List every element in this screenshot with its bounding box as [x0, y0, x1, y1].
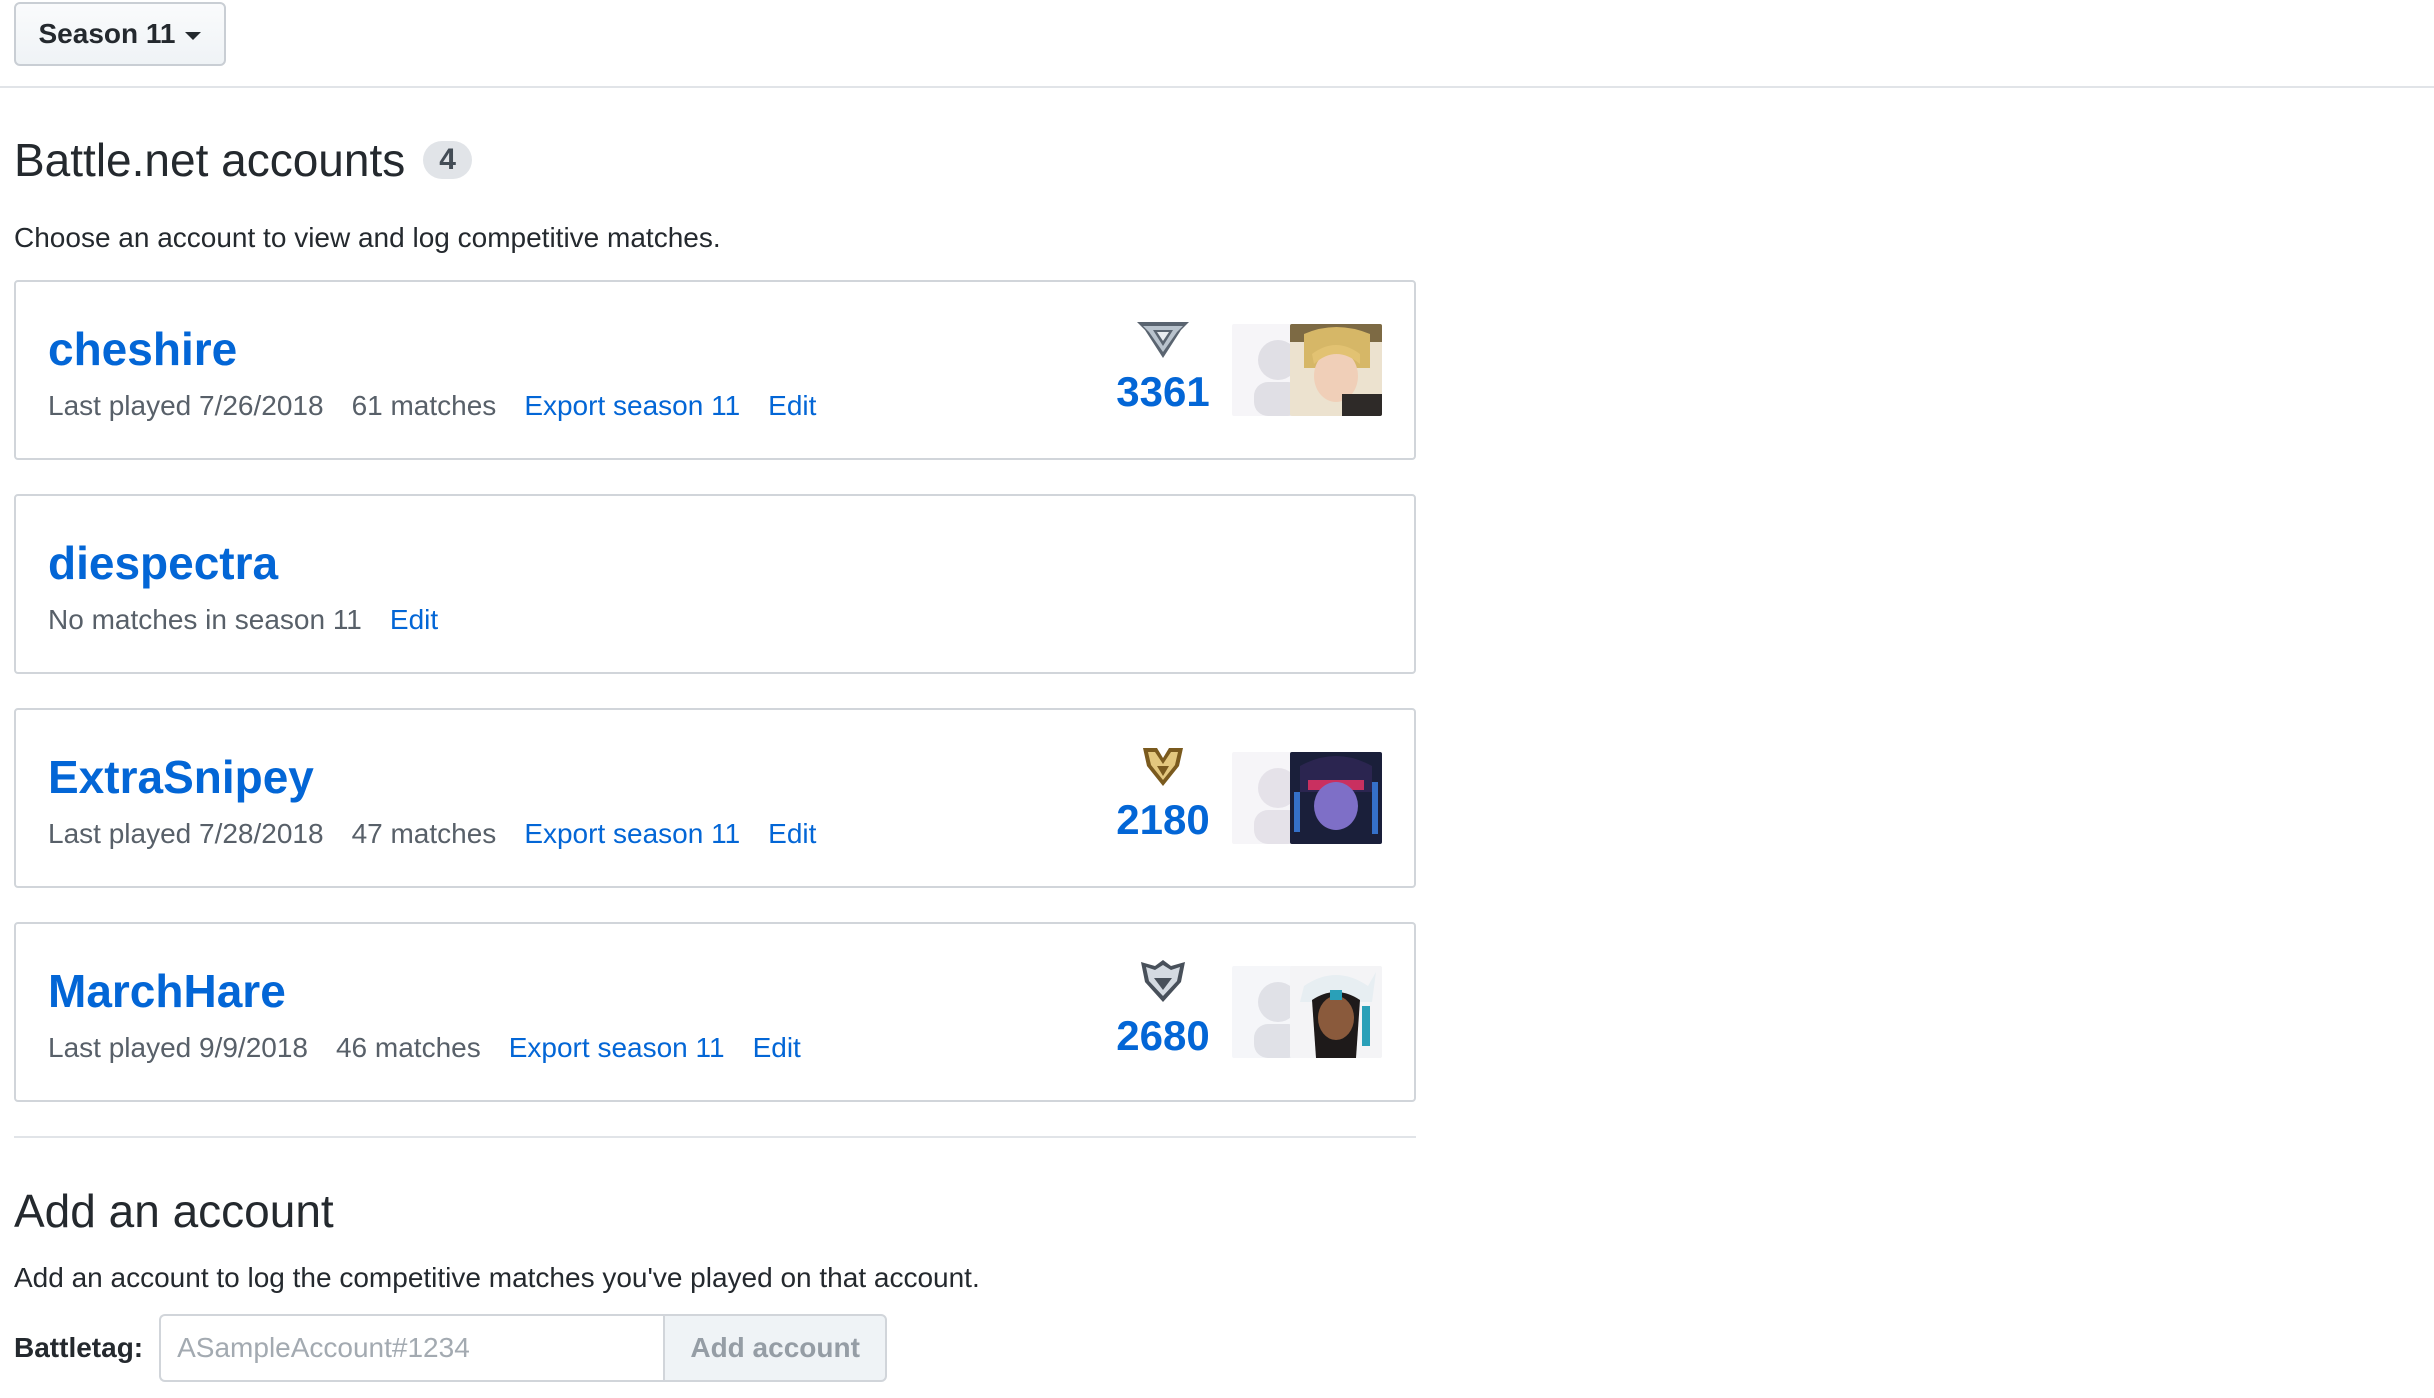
last-played: Last played 7/28/2018	[48, 818, 324, 849]
battletag-input[interactable]	[159, 1314, 664, 1382]
match-count: 61 matches	[351, 390, 497, 421]
season-select-button[interactable]: Season 11	[14, 2, 226, 66]
widowmaker-hero-icon	[1290, 752, 1382, 844]
no-matches-status: No matches in season 11	[48, 604, 362, 635]
account-meta: Last played 7/26/2018 61 matches Export …	[48, 390, 816, 422]
account-count-badge: 4	[423, 141, 472, 179]
gold-rank-icon	[1143, 748, 1183, 786]
battletag-label: Battletag:	[14, 1332, 144, 1363]
account-meta: No matches in season 11 Edit	[48, 604, 438, 636]
skill-rating: 2680	[1116, 1012, 1210, 1059]
symmetra-hero-icon	[1290, 966, 1382, 1058]
rank-display: 3361	[1108, 316, 1218, 416]
account-card: ExtraSnipey Last played 7/28/2018 47 mat…	[14, 708, 1416, 888]
account-meta: Last played 9/9/2018 46 matches Export s…	[48, 1032, 801, 1064]
edit-link[interactable]: Edit	[768, 390, 816, 422]
last-played: Last played 9/9/2018	[48, 1032, 308, 1063]
edit-link[interactable]: Edit	[390, 604, 438, 636]
top-heroes	[1232, 966, 1382, 1058]
edit-link[interactable]: Edit	[753, 1032, 801, 1064]
add-account-button[interactable]: Add account	[663, 1314, 888, 1382]
add-account-title: Add an account	[14, 1185, 334, 1237]
master-rank-icon	[1137, 322, 1189, 358]
account-name-link[interactable]: diespectra	[48, 536, 278, 590]
skill-rating: 3361	[1116, 368, 1210, 415]
edit-link[interactable]: Edit	[768, 818, 816, 850]
account-list: cheshire Last played 7/26/2018 61 matche…	[14, 280, 1416, 1102]
top-heroes	[1232, 324, 1382, 416]
add-account-description: Add an account to log the competitive ma…	[14, 1262, 980, 1293]
account-name-link[interactable]: MarchHare	[48, 964, 286, 1018]
season-label: Season 11	[38, 18, 176, 49]
main-content: Battle.net accounts 4 Choose an account …	[14, 120, 1416, 1382]
last-played: Last played 7/26/2018	[48, 390, 324, 421]
match-count: 47 matches	[351, 818, 497, 849]
chevron-down-icon	[185, 32, 202, 40]
accounts-header: Battle.net accounts 4	[14, 120, 1416, 200]
export-season-link[interactable]: Export season 11	[524, 818, 740, 850]
rank-display: 2180	[1108, 744, 1218, 844]
add-account-form: Battletag: Add account	[14, 1314, 1416, 1382]
top-heroes	[1232, 752, 1382, 844]
account-meta: Last played 7/28/2018 47 matches Export …	[48, 818, 816, 850]
export-season-link[interactable]: Export season 11	[509, 1032, 725, 1064]
account-card: cheshire Last played 7/26/2018 61 matche…	[14, 280, 1416, 460]
export-season-link[interactable]: Export season 11	[524, 390, 740, 422]
top-bar: Season 11	[0, 0, 2434, 88]
mercy-hero-icon	[1290, 324, 1382, 416]
account-card: diespectra No matches in season 11 Edit	[14, 494, 1416, 674]
rank-display: 2680	[1108, 958, 1218, 1060]
account-name-link[interactable]: ExtraSnipey	[48, 750, 314, 804]
skill-rating: 2180	[1116, 796, 1210, 843]
platinum-rank-icon	[1141, 960, 1185, 1002]
page-title: Battle.net accounts	[14, 134, 406, 186]
account-name-link[interactable]: cheshire	[48, 322, 237, 376]
account-card: MarchHare Last played 9/9/2018 46 matche…	[14, 922, 1416, 1102]
accounts-description: Choose an account to view and log compet…	[14, 222, 721, 253]
match-count: 46 matches	[335, 1032, 481, 1063]
section-divider	[14, 1136, 1416, 1138]
